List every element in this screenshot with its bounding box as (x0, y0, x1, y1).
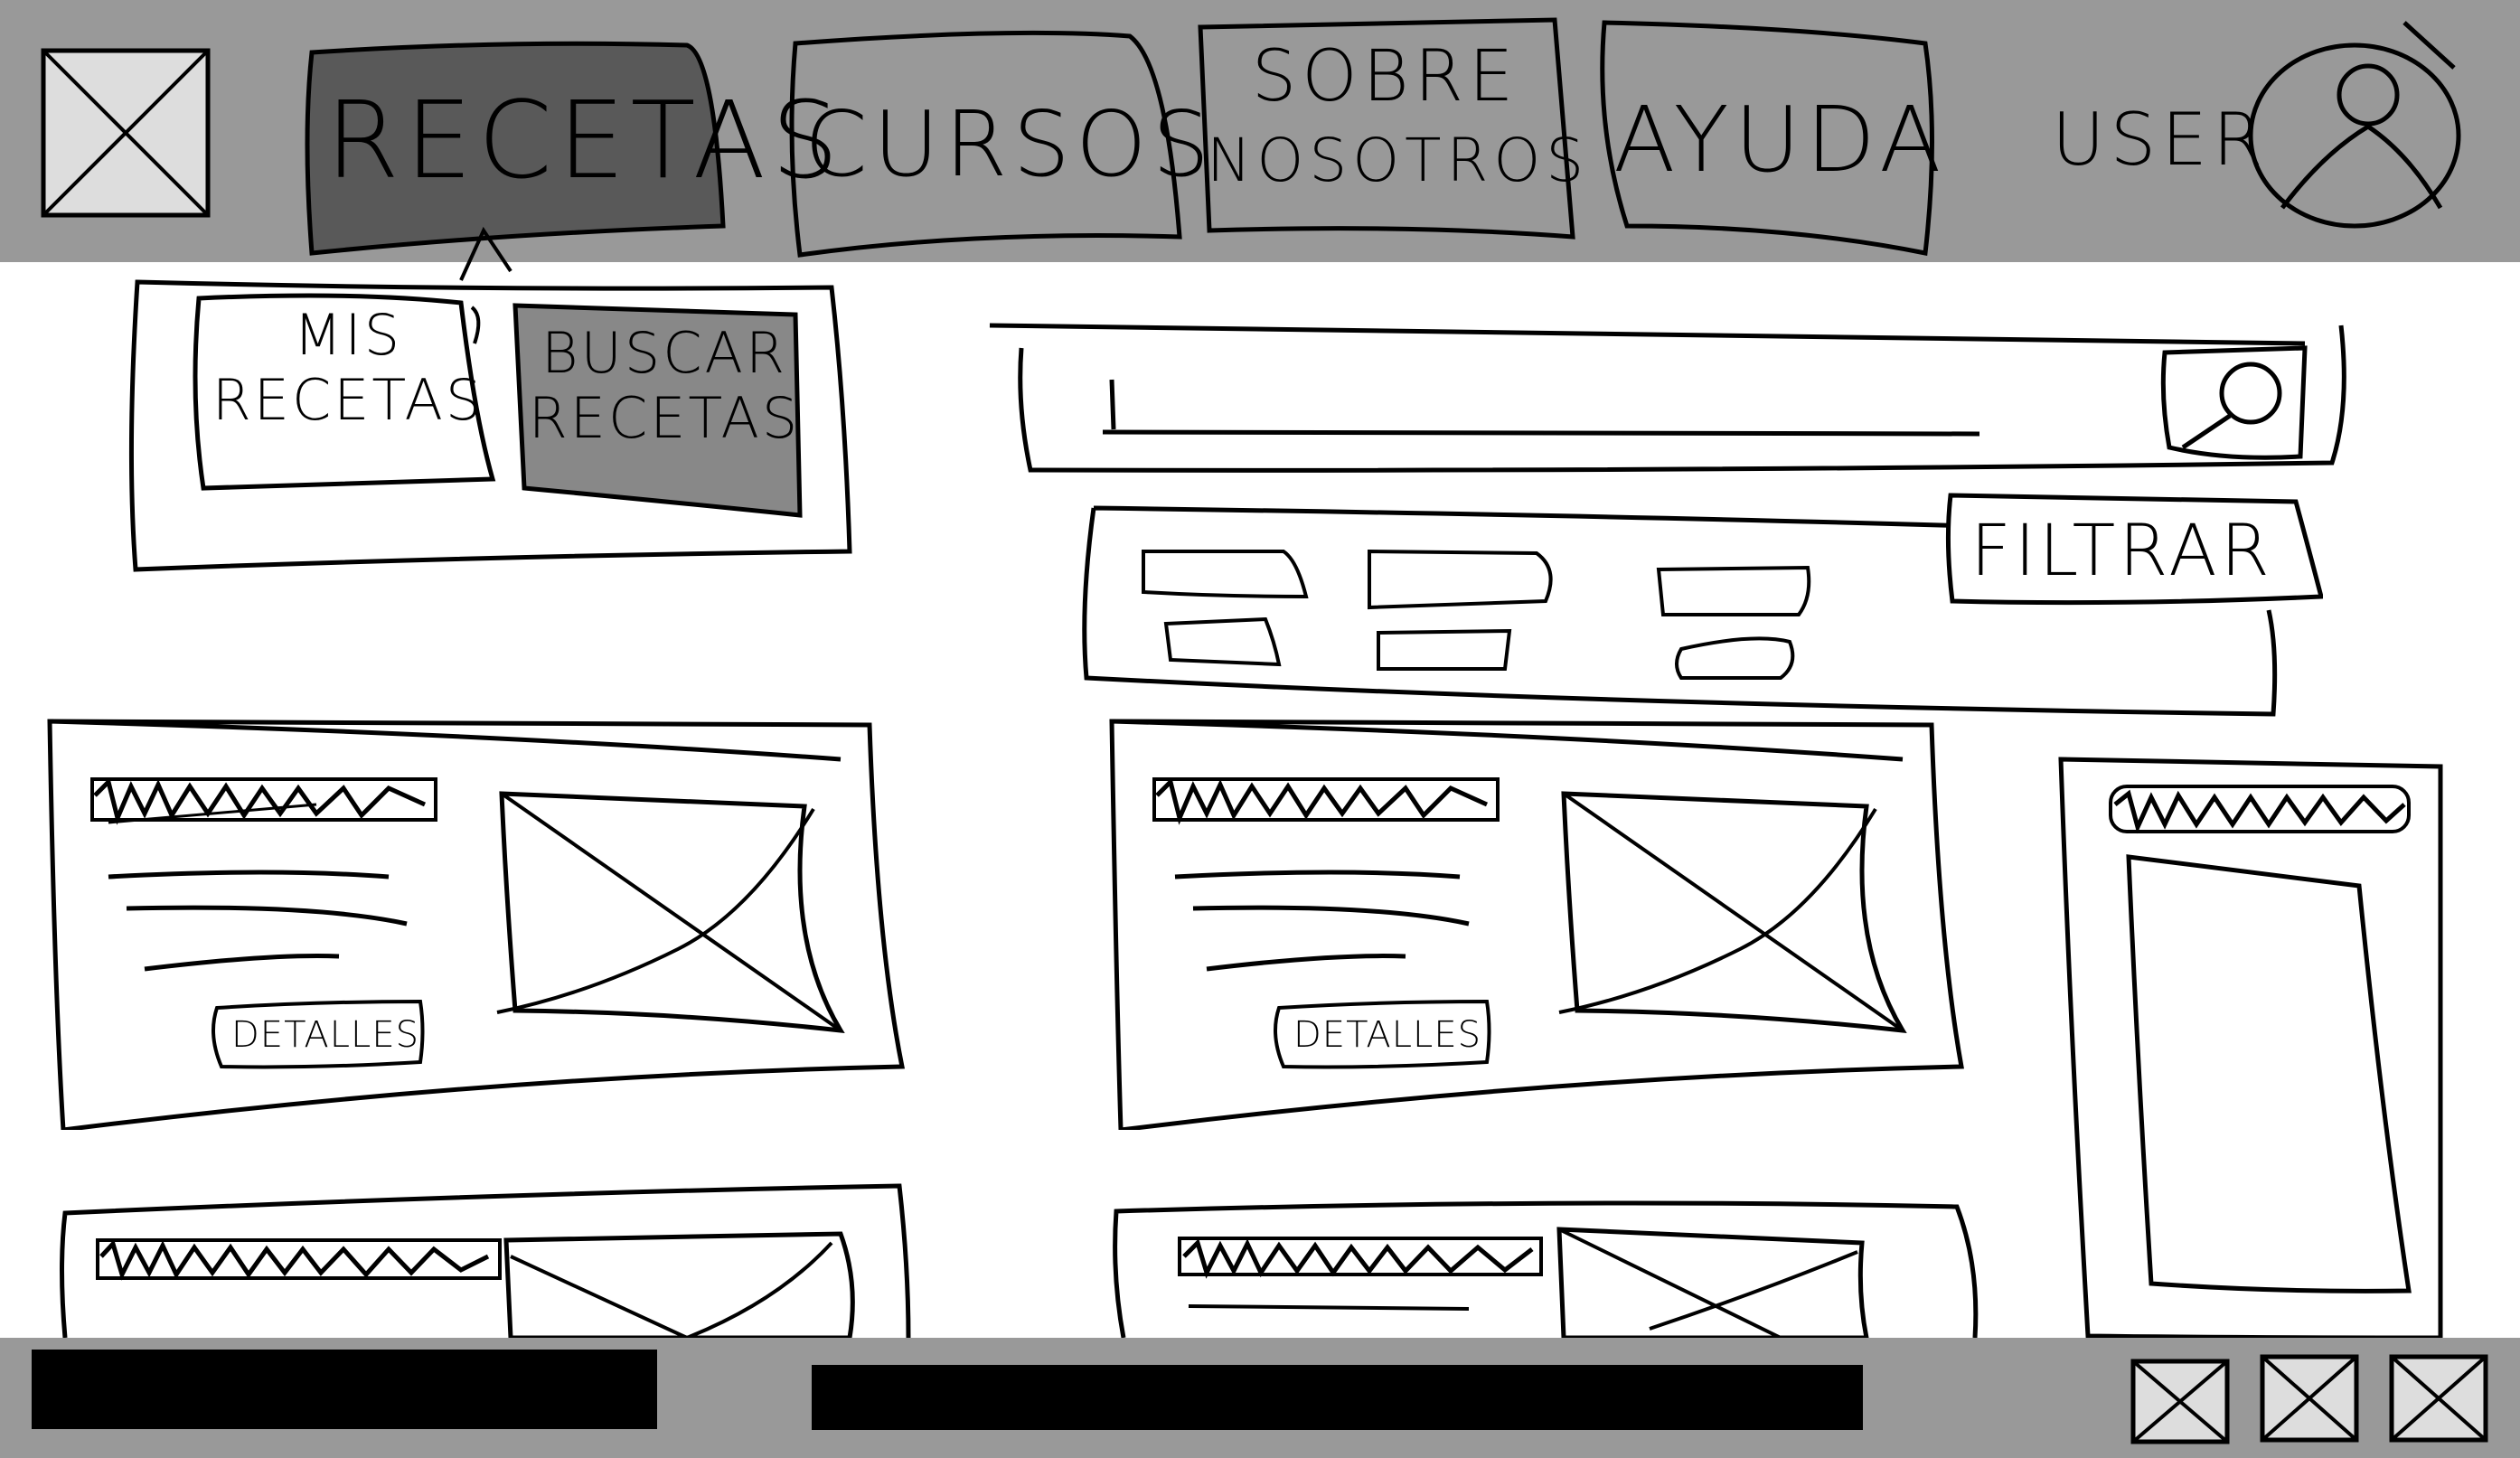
nav-tab-sobre-line2: NOSOTROS (1207, 126, 1590, 195)
nav-tab-recetas[interactable]: RECETAS (325, 72, 839, 208)
recipe-card[interactable] (54, 1175, 922, 1338)
user-avatar-icon[interactable] (2242, 18, 2468, 239)
footer-social-image-placeholder-icon[interactable] (2389, 1354, 2488, 1443)
nav-tab-ayuda[interactable]: AYUDA (1613, 81, 1942, 199)
dropdown-item-buscar-line2: RECETAS (528, 385, 801, 451)
detalles-button[interactable]: DETALLES (226, 1008, 425, 1062)
recipe-card[interactable]: DETALLES (1107, 714, 1975, 1130)
recipe-card[interactable] (1107, 1193, 2002, 1338)
recipe-card-outline (1109, 719, 1964, 1130)
dropdown-item-mis-recetas[interactable]: MIS RECETAS (203, 303, 493, 433)
nav-tab-cursos[interactable]: CURSOS (804, 90, 1209, 199)
footer-text-block (32, 1350, 657, 1429)
recipe-card-outline (47, 719, 906, 1130)
search-icon[interactable] (2156, 343, 2314, 469)
footer-text-block (812, 1365, 1863, 1430)
filtrar-label: FILTRAR (1970, 511, 2273, 592)
dropdown-item-mis-line2: RECETAS (212, 367, 484, 433)
dropdown-item-buscar-line1: BUSCAR (541, 320, 788, 386)
footer-social-image-placeholder-icon[interactable] (2130, 1359, 2230, 1444)
nav-tab-sobre-line1: SOBRE (1251, 36, 1519, 118)
user-label[interactable]: USER (2052, 95, 2268, 185)
side-panel (2058, 757, 2443, 1340)
footer-social-image-placeholder-icon[interactable] (2260, 1354, 2359, 1443)
nav-tab-sobre-nosotros[interactable]: SOBRE NOSOTROS (1207, 34, 1590, 202)
filtrar-button[interactable]: FILTRAR (1943, 488, 2323, 615)
detalles-button[interactable]: DETALLES (1288, 1008, 1487, 1062)
recipe-card[interactable]: DETALLES (45, 714, 913, 1130)
dropdown-item-buscar-recetas[interactable]: BUSCAR RECETAS (524, 321, 804, 451)
dropdown-item-mis-line1: MIS (293, 302, 403, 368)
